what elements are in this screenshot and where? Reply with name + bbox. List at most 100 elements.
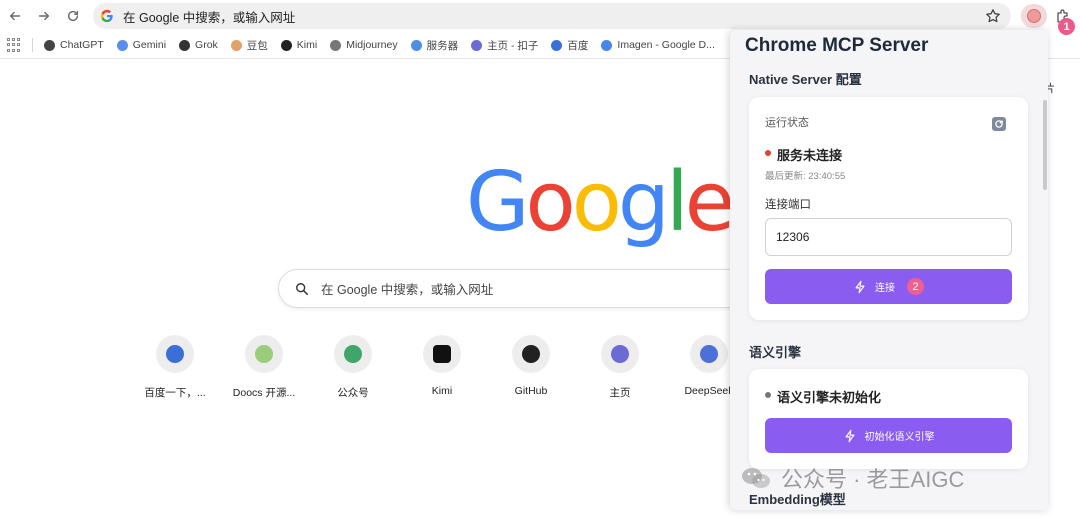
bookmark-label: 豆包 [246, 39, 268, 52]
doocs-icon [255, 345, 273, 363]
shortcut-icon-wrap [601, 335, 639, 373]
shortcut-icon-wrap [156, 335, 194, 373]
wechat-icon [742, 468, 770, 488]
status-dot [765, 150, 771, 156]
bookmark-item[interactable]: Midjourney [330, 39, 398, 51]
bookmark-item[interactable]: 百度 [551, 38, 588, 53]
logo-letter: l [665, 155, 689, 250]
bookmark-label: ChatGPT [60, 39, 104, 51]
shortcut-label: 公众号 [337, 387, 369, 399]
shortcut-tile[interactable]: GitHub [491, 335, 571, 397]
imagen-icon [601, 39, 613, 51]
bookmark-item[interactable]: 主页 - 扣子 [471, 38, 538, 53]
google-g-icon [99, 8, 115, 24]
mcp-extension-button[interactable] [1021, 4, 1047, 28]
baidu-icon [166, 345, 184, 363]
port-input[interactable]: 12306 [765, 218, 1012, 256]
shortcut-tile[interactable]: 公众号 [313, 335, 393, 400]
last-updated-text: 最后更新: 23:40:55 [765, 171, 846, 182]
shortcut-tile[interactable]: Kimi [402, 335, 482, 397]
bookmark-label: Grok [195, 39, 218, 51]
bookmark-item[interactable]: ChatGPT [44, 39, 104, 51]
bookmark-label: Imagen - Google D... [617, 39, 715, 51]
semantic-engine-section-title: 语义引擎 [749, 345, 802, 360]
brain-icon [1027, 9, 1041, 23]
google-search-box[interactable]: 在 Google 中搜索，或输入网址 [278, 269, 748, 308]
coze-icon [471, 39, 483, 51]
init-semantic-engine-button[interactable]: 初始化语义引擎 [765, 418, 1012, 453]
baidu-icon [551, 39, 563, 51]
bookmark-item[interactable]: Kimi [280, 39, 318, 51]
logo-letter: e [684, 155, 735, 250]
shortcut-label: GitHub [514, 385, 548, 397]
bookmark-star-icon[interactable] [985, 8, 1001, 24]
popup-scrollbar[interactable] [1043, 100, 1047, 190]
address-bar[interactable]: 在 Google 中搜索，或输入网址 [93, 3, 1011, 29]
shortcut-tile[interactable]: Doocs 开源... [224, 335, 304, 400]
connect-button-label: 连接 [875, 283, 895, 294]
shortcut-tile[interactable]: 百度一下，... [135, 335, 215, 400]
search-icon [296, 282, 309, 295]
init-button-label: 初始化语义引擎 [864, 432, 935, 443]
semantic-status-dot [765, 392, 771, 398]
lightning-icon [855, 280, 865, 293]
shortcut-icon-wrap [512, 335, 550, 373]
shortcut-label: Doocs 开源... [232, 387, 296, 399]
cloud-icon [410, 39, 422, 51]
logo-letter: o [571, 155, 622, 250]
forward-button[interactable] [30, 2, 58, 30]
connect-button[interactable]: 连接 2 [765, 269, 1012, 304]
back-button[interactable] [1, 2, 29, 30]
step-badge-2: 2 [907, 278, 924, 295]
coze-icon [611, 345, 629, 363]
address-bar-text: 在 Google 中搜索，或输入网址 [123, 10, 296, 25]
bookmark-label: 主页 - 扣子 [487, 39, 539, 52]
bookmark-item[interactable]: 豆包 [230, 38, 268, 53]
deepseek-icon [700, 345, 718, 363]
bookmark-item[interactable]: Grok [179, 39, 218, 51]
search-placeholder: 在 Google 中搜索，或输入网址 [321, 283, 494, 297]
semantic-status-text: 语义引擎未初始化 [777, 390, 882, 405]
arrow-left-icon [9, 11, 21, 21]
github-icon [522, 345, 540, 363]
reload-button[interactable] [59, 2, 87, 30]
kimi-icon [280, 39, 292, 51]
status-label: 运行状态 [765, 117, 809, 129]
shortcut-icon-wrap [245, 335, 283, 373]
bookmark-list: ChatGPT Gemini Grok 豆包 Kimi Midjourney 服务器 主页 -… [44, 38, 728, 53]
reload-icon [67, 10, 79, 22]
shortcut-label: 主页 [609, 387, 631, 399]
gemini-icon [116, 39, 128, 51]
shortcut-icon-wrap [334, 335, 372, 373]
refresh-icon[interactable] [992, 117, 1006, 131]
bookmark-label: 服务器 [426, 39, 459, 52]
bookmark-item[interactable]: Imagen - Google D... [601, 39, 715, 51]
semantic-engine-card: 语义引擎未初始化 初始化语义引擎 [749, 369, 1028, 469]
connection-status-text: 服务未连接 [777, 148, 843, 163]
midjourney-icon [330, 39, 342, 51]
bookmarks-divider [32, 38, 33, 52]
browser-window: 在 Google 中搜索，或输入网址 1 ChatGPT Gemini Grok 豆包… [0, 0, 1080, 524]
bookmark-label: Midjourney [346, 39, 398, 51]
shortcut-icon-wrap [690, 335, 728, 373]
arrow-right-icon [38, 11, 50, 21]
chatgpt-icon [44, 39, 55, 51]
port-label: 连接端口 [765, 199, 811, 211]
logo-letter: g [617, 155, 670, 250]
shortcut-tile[interactable]: 主页 [580, 335, 660, 400]
apps-grid-icon[interactable] [7, 38, 21, 52]
bookmark-label: Kimi [296, 39, 318, 51]
doubao-icon [230, 39, 242, 51]
wechat-watermark: 公众号 · 老王AIGC [741, 462, 964, 494]
shortcut-label: 百度一下，... [144, 387, 206, 399]
bookmark-item[interactable]: 服务器 [410, 38, 459, 53]
watermark-text: 公众号 · 老王AIGC [781, 467, 965, 492]
bookmark-label: Gemini [132, 39, 167, 51]
logo-letter: o [525, 155, 576, 250]
popup-title: Chrome MCP Server [745, 35, 929, 56]
wechat-mp-icon [344, 345, 362, 363]
google-logo: Google [466, 162, 735, 244]
native-server-section-title: Native Server 配置 [749, 72, 862, 87]
shortcut-label: Kimi [431, 385, 453, 397]
bookmark-item[interactable]: Gemini [116, 39, 167, 51]
